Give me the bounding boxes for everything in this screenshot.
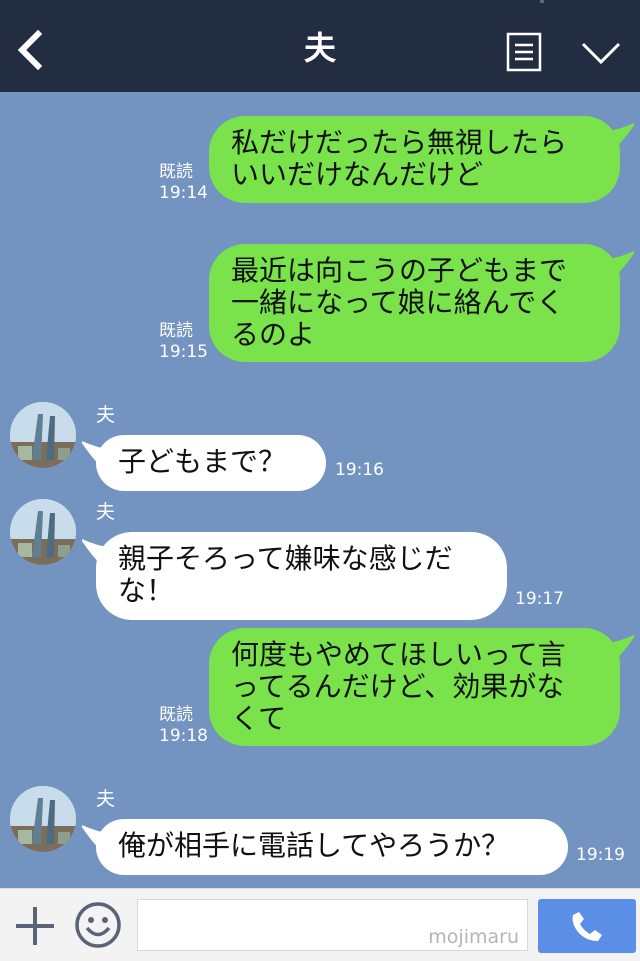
status-bar-mark xyxy=(540,0,544,3)
message-time: 19:18 xyxy=(159,726,208,746)
sender-name: 夫 xyxy=(96,788,116,810)
sender-name: 夫 xyxy=(96,404,116,426)
message-time: 19:19 xyxy=(576,845,625,865)
message-line: いいだけなんだけど xyxy=(231,158,484,191)
watermark: mojimaru xyxy=(428,926,519,948)
chevron-down-icon[interactable] xyxy=(580,38,622,70)
read-receipt: 既読 xyxy=(159,705,193,725)
message-time: 19:14 xyxy=(159,183,208,203)
read-receipt: 既読 xyxy=(159,162,193,182)
message-list[interactable]: 既読 19:14 私だけだったら無視したら いいだけなんだけど 既読 19:15… xyxy=(0,92,640,888)
call-button[interactable] xyxy=(538,899,636,953)
message-input[interactable]: mojimaru xyxy=(137,899,528,951)
menu-icon[interactable] xyxy=(506,32,542,72)
message-meta: 既読 19:18 xyxy=(159,705,208,747)
message-bubble[interactable]: 親子そろって嫌味な感じだ な！ xyxy=(96,532,507,620)
avatar[interactable] xyxy=(10,786,76,852)
message-line: 最近は向こうの子どもまで xyxy=(231,254,568,287)
avatar[interactable] xyxy=(10,499,76,565)
message-time: 19:16 xyxy=(335,460,384,480)
avatar[interactable] xyxy=(10,402,76,468)
read-receipt: 既読 xyxy=(159,321,193,341)
message-line: 何度もやめてほしいって言 xyxy=(231,638,566,671)
message-line: 俺が相手に電話してやろうか？ xyxy=(118,829,510,862)
message-bubble[interactable]: 何度もやめてほしいって言 ってるんだけど、効果がな くて xyxy=(209,628,620,746)
message-bubble[interactable]: 私だけだったら無視したら いいだけなんだけど xyxy=(209,116,620,203)
plus-icon[interactable] xyxy=(14,905,56,947)
chat-header: 夫 xyxy=(0,0,640,92)
chat-title: 夫 xyxy=(303,29,336,67)
message-line: るのよ xyxy=(231,318,316,351)
message-meta: 既読 19:15 xyxy=(159,321,208,363)
message-line: 親子そろって嫌味な感じだ xyxy=(118,542,453,575)
message-line: 子どもまで？ xyxy=(118,445,287,478)
message-bubble[interactable]: 子どもまで？ xyxy=(96,435,326,491)
message-bubble[interactable]: 俺が相手に電話してやろうか？ xyxy=(96,819,568,875)
message-meta: 既読 19:14 xyxy=(159,162,208,204)
sender-name: 夫 xyxy=(96,501,116,523)
message-bubble[interactable]: 最近は向こうの子どもまで 一緒になって娘に絡んでく るのよ xyxy=(209,244,620,362)
message-line: ってるんだけど、効果がな xyxy=(231,670,565,703)
message-line: な！ xyxy=(118,574,175,607)
message-time: 19:17 xyxy=(515,589,564,609)
message-time: 19:15 xyxy=(159,342,208,362)
smile-icon[interactable] xyxy=(74,901,122,949)
phone-icon xyxy=(572,912,602,941)
message-line: 私だけだったら無視したら xyxy=(231,126,568,159)
message-line: 一緒になって娘に絡んでく xyxy=(231,286,565,319)
composer-bar: mojimaru xyxy=(0,888,640,961)
message-line: くて xyxy=(231,702,287,735)
